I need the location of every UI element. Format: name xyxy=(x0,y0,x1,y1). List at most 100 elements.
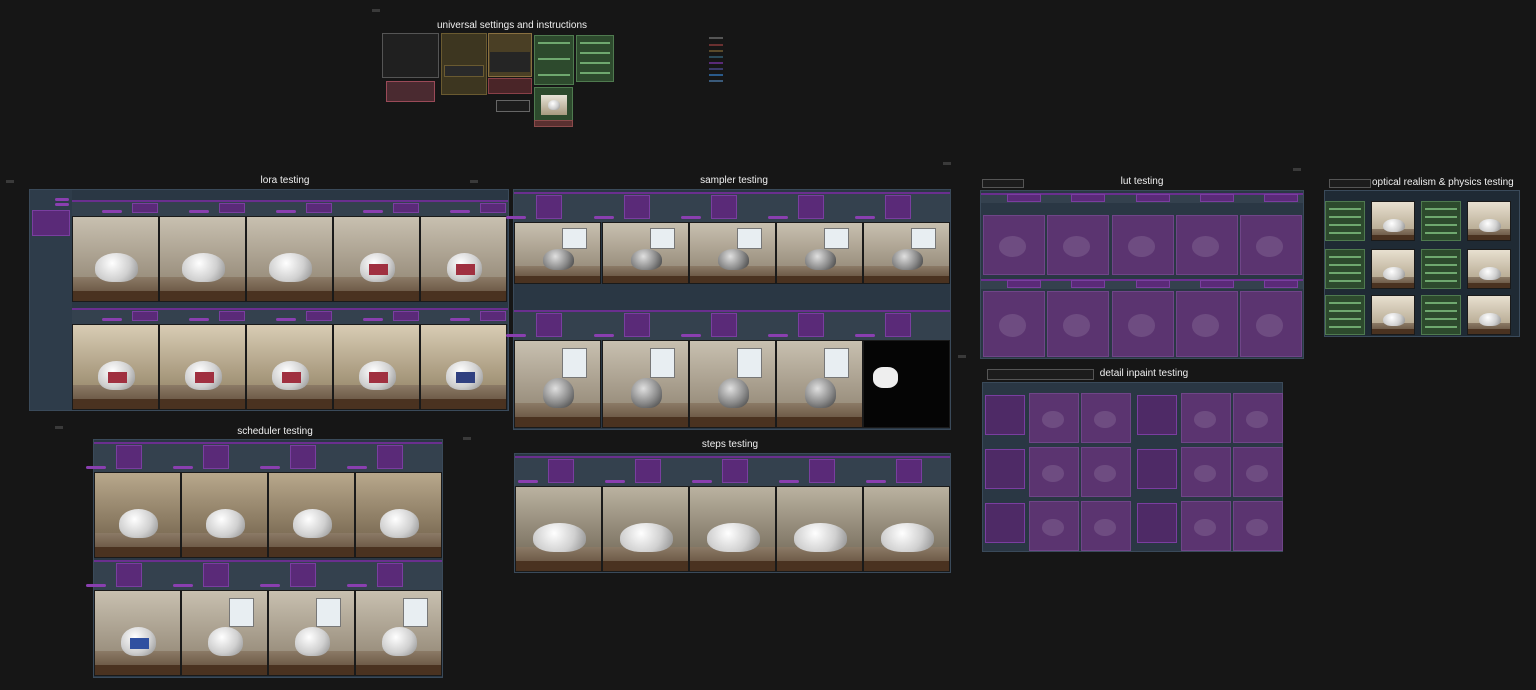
preview-image[interactable] xyxy=(72,324,159,410)
group-anchor[interactable] xyxy=(55,426,63,429)
preview-image[interactable] xyxy=(420,324,507,410)
lut-preview[interactable] xyxy=(1240,291,1302,357)
lut-node[interactable] xyxy=(1136,194,1170,202)
universal-node-pink[interactable] xyxy=(386,81,435,102)
preview-image[interactable] xyxy=(776,340,863,428)
preview-image[interactable] xyxy=(355,590,442,676)
universal-node-green-b[interactable] xyxy=(576,35,614,82)
ksampler-node[interactable] xyxy=(116,445,142,469)
universal-node-green-a[interactable] xyxy=(534,35,574,85)
preview-image[interactable] xyxy=(602,222,689,284)
ksampler-node[interactable] xyxy=(624,195,650,219)
inpaint-node[interactable] xyxy=(1137,395,1177,435)
lut-node[interactable] xyxy=(1264,194,1298,202)
detail-side-node[interactable] xyxy=(987,369,1094,380)
node-widget[interactable] xyxy=(347,584,367,587)
node-widget[interactable] xyxy=(605,480,625,483)
group-anchor[interactable] xyxy=(470,180,478,183)
workflow-canvas[interactable]: universal settings and instructions lora… xyxy=(0,0,1536,690)
preview-image[interactable] xyxy=(863,486,950,572)
preview-image[interactable] xyxy=(72,216,159,302)
preview-image[interactable] xyxy=(515,486,602,572)
ksampler-node[interactable] xyxy=(393,311,419,321)
ksampler-node[interactable] xyxy=(711,195,737,219)
node-widget[interactable] xyxy=(768,334,788,337)
lut-preview[interactable] xyxy=(983,291,1045,357)
group-steps[interactable] xyxy=(514,453,951,573)
optical-prompt-node[interactable] xyxy=(1421,295,1461,335)
preview-image[interactable] xyxy=(159,216,246,302)
universal-preview-image[interactable] xyxy=(534,87,573,121)
inpaint-preview[interactable] xyxy=(1029,447,1079,497)
preview-image[interactable] xyxy=(159,324,246,410)
inpaint-preview[interactable] xyxy=(1081,393,1131,443)
ksampler-node[interactable] xyxy=(885,313,911,337)
ksampler-node[interactable] xyxy=(132,203,158,213)
preview-image[interactable] xyxy=(689,222,776,284)
ksampler-node[interactable] xyxy=(480,311,506,321)
group-lora[interactable] xyxy=(29,189,509,411)
inpaint-node[interactable] xyxy=(985,449,1025,489)
ksampler-node[interactable] xyxy=(624,313,650,337)
group-scheduler[interactable] xyxy=(86,439,443,678)
preview-image[interactable] xyxy=(268,590,355,676)
ksampler-node[interactable] xyxy=(896,459,922,483)
lut-preview[interactable] xyxy=(1176,291,1238,357)
group-lut[interactable] xyxy=(980,190,1304,359)
ksampler-node[interactable] xyxy=(798,313,824,337)
node-widget[interactable] xyxy=(189,318,209,321)
preview-image[interactable] xyxy=(181,472,268,558)
node-widget[interactable] xyxy=(855,334,875,337)
node-widget[interactable] xyxy=(173,466,193,469)
inpaint-preview[interactable] xyxy=(1181,393,1231,443)
ksampler-node[interactable] xyxy=(306,311,332,321)
lut-node[interactable] xyxy=(1007,194,1041,202)
node-widget[interactable] xyxy=(55,203,69,206)
node-widget[interactable] xyxy=(102,210,122,213)
ksampler-node[interactable] xyxy=(809,459,835,483)
preview-image[interactable] xyxy=(1467,201,1511,241)
lut-node[interactable] xyxy=(1200,280,1234,288)
node-widget[interactable] xyxy=(692,480,712,483)
inpaint-preview[interactable] xyxy=(1081,501,1131,551)
node-widget[interactable] xyxy=(189,210,209,213)
node-widget[interactable] xyxy=(55,198,69,201)
optical-prompt-node[interactable] xyxy=(1325,201,1365,241)
preview-image[interactable] xyxy=(514,340,601,428)
lut-node[interactable] xyxy=(1071,194,1105,202)
lut-node[interactable] xyxy=(1071,280,1105,288)
preview-image[interactable] xyxy=(1371,249,1415,289)
inpaint-preview[interactable] xyxy=(1029,501,1079,551)
group-detail[interactable] xyxy=(982,382,1283,552)
ksampler-node[interactable] xyxy=(548,459,574,483)
node-widget[interactable] xyxy=(260,584,280,587)
preview-image[interactable] xyxy=(94,472,181,558)
optical-prompt-node[interactable] xyxy=(1421,249,1461,289)
node-widget[interactable] xyxy=(450,318,470,321)
ksampler-node[interactable] xyxy=(480,203,506,213)
preview-image[interactable] xyxy=(863,340,950,428)
group-anchor[interactable] xyxy=(6,180,14,183)
preview-image[interactable] xyxy=(776,222,863,284)
lut-preview[interactable] xyxy=(1112,215,1174,275)
lut-node[interactable] xyxy=(1136,280,1170,288)
universal-node-red[interactable] xyxy=(488,78,532,94)
ksampler-node[interactable] xyxy=(203,563,229,587)
lut-preview[interactable] xyxy=(1240,215,1302,275)
lut-preview[interactable] xyxy=(1047,291,1109,357)
ksampler-node[interactable] xyxy=(536,195,562,219)
ksampler-node[interactable] xyxy=(885,195,911,219)
ksampler-node[interactable] xyxy=(393,203,419,213)
ksampler-node[interactable] xyxy=(290,563,316,587)
optical-side-node[interactable] xyxy=(1329,179,1371,188)
preview-image[interactable] xyxy=(268,472,355,558)
lut-node[interactable] xyxy=(1200,194,1234,202)
inpaint-preview[interactable] xyxy=(1233,393,1283,443)
preview-image[interactable] xyxy=(863,222,950,284)
inpaint-node[interactable] xyxy=(985,503,1025,543)
inpaint-preview[interactable] xyxy=(1181,501,1231,551)
node-widget[interactable] xyxy=(506,334,526,337)
group-anchor[interactable] xyxy=(1293,168,1301,171)
node-widget[interactable] xyxy=(86,466,106,469)
ksampler-node[interactable] xyxy=(219,203,245,213)
